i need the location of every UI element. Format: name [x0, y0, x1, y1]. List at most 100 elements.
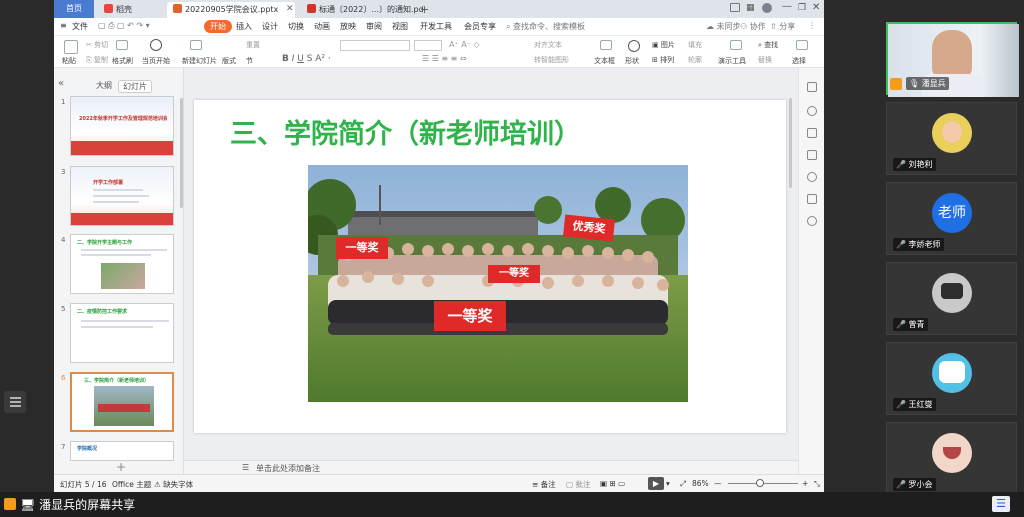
slide-thumb-1[interactable]: 2022年秋季开学工作及管理规范培训会 [70, 96, 174, 156]
replace-button[interactable]: 替换 [758, 55, 772, 65]
font-name-input[interactable] [340, 40, 410, 51]
participant-tile[interactable]: 🎤 刘艳利 [886, 102, 1017, 175]
smartart-button[interactable]: 转智能图形 [534, 55, 569, 65]
shape-icon[interactable] [628, 40, 640, 52]
zoom-slider-thumb[interactable] [756, 479, 764, 487]
missing-font[interactable]: ⚠ 缺失字体 [154, 479, 193, 490]
notes-toggle[interactable]: ≡ 备注 [532, 479, 556, 490]
select-button[interactable]: 选择 [792, 56, 806, 66]
menu-animation[interactable]: 动画 [314, 21, 330, 32]
select-icon[interactable] [796, 40, 808, 50]
window-layout-icon[interactable] [730, 3, 740, 12]
copy-button[interactable]: ⎘ 复制 [86, 55, 108, 65]
slide-thumb-6-selected[interactable]: 三、学院简介（新老师培训） [70, 372, 174, 432]
font-size-input[interactable] [414, 40, 442, 51]
close-tab-icon[interactable]: ✕ [286, 4, 294, 14]
apps-grid-icon[interactable]: ▦ [746, 3, 755, 13]
shape-button[interactable]: 形状 [625, 56, 639, 66]
play-slideshow-icon[interactable]: ▶ [648, 477, 664, 490]
section-button[interactable]: 节 [246, 56, 253, 66]
format-painter-icon[interactable] [116, 40, 128, 50]
group-photo[interactable]: 一等奖 一等奖 一等奖 优秀奖 [308, 165, 688, 402]
font-size-icons[interactable]: A⁺ A⁻ ◇ [449, 40, 480, 49]
notes-bar[interactable]: ☰ 单击此处添加备注 [184, 460, 798, 474]
tab-home[interactable]: 首页 [54, 0, 94, 18]
zoom-level[interactable]: 86% [692, 479, 709, 488]
find-button[interactable]: ⌕ 查找 [758, 40, 778, 50]
layout-switch-icon[interactable]: ☰ [992, 496, 1010, 512]
comments-toggle[interactable]: ▢ 批注 [566, 479, 590, 490]
canvas-scrollbar[interactable] [789, 98, 792, 188]
fill-button[interactable]: 填充 [688, 40, 702, 50]
new-tab-icon[interactable]: + [420, 3, 429, 16]
animation-icon[interactable] [807, 150, 817, 160]
close-window-icon[interactable]: ✕ [812, 2, 820, 13]
list-icon[interactable] [4, 391, 26, 413]
arrange-button[interactable]: ⊞ 排列 [652, 55, 674, 65]
sync-status[interactable]: ☁ 未同步 [706, 21, 741, 32]
menu-transition[interactable]: 切换 [288, 21, 304, 32]
play-from-current-icon[interactable] [150, 39, 162, 51]
paste-icon[interactable] [64, 40, 78, 54]
help-icon[interactable] [807, 172, 817, 182]
participant-tile[interactable]: 🎤 王红燮 [886, 342, 1017, 415]
tab-pdf[interactable]: 标通〔2022〕...〕的通知.pdf [301, 2, 423, 18]
fit-page-icon[interactable]: ⤢ [680, 479, 686, 489]
menu-design[interactable]: 设计 [262, 21, 278, 32]
participant-tile-video[interactable]: 🎙 潘显兵 [886, 22, 1019, 97]
thumb-scrollbar[interactable] [180, 98, 183, 208]
menu-start[interactable]: 开始 [204, 20, 232, 33]
text-format-icons[interactable]: B I U S A² · [282, 54, 331, 64]
share-button[interactable]: ⇧ 分享 [770, 21, 795, 32]
participant-tile[interactable]: 老师 🎤 李娇老师 [886, 182, 1017, 255]
menu-icon[interactable]: ≡ [60, 21, 67, 30]
fullscreen-icon[interactable]: ⤡ [814, 479, 820, 489]
command-search[interactable]: ⌕ 查找命令、搜索模板 [506, 21, 585, 32]
menu-view[interactable]: 视图 [392, 21, 408, 32]
text-box-icon[interactable] [600, 40, 612, 50]
quick-access-icons[interactable]: ▢ ⎙ ▢ ↶ ↷ ▾ [98, 21, 150, 31]
edit-icon[interactable] [807, 194, 817, 204]
from-current-button[interactable]: 当页开始 [142, 56, 170, 66]
zoom-out-icon[interactable]: — [714, 479, 722, 488]
style-icon[interactable] [807, 82, 817, 92]
align-text-button[interactable]: 对齐文本 [534, 40, 562, 50]
location-icon[interactable] [807, 216, 817, 226]
tab-slides[interactable]: 幻灯片 [118, 80, 152, 93]
tab-pptx[interactable]: 20220905学院会议.pptx [167, 2, 295, 18]
menu-developer[interactable]: 开发工具 [420, 21, 452, 32]
outline-button[interactable]: 轮廓 [688, 55, 702, 65]
view-icons[interactable]: ▣ ⊞ ▭ [600, 479, 625, 488]
format-painter-button[interactable]: 格式刷 [112, 56, 133, 66]
slide-thumb-5[interactable]: 二、疫情防控工作要求 [70, 303, 174, 363]
text-box-button[interactable]: 文本框 [594, 56, 615, 66]
props-icon[interactable] [807, 128, 817, 138]
collab-button[interactable]: ⚇ 协作 [740, 21, 766, 32]
zoom-in-icon[interactable]: + [802, 479, 808, 488]
participant-tile[interactable]: 🎤 罗小会 [886, 422, 1017, 495]
menu-review[interactable]: 审阅 [366, 21, 382, 32]
menu-file[interactable]: 文件 [72, 21, 88, 32]
theme-name[interactable]: Office 主题 [112, 479, 151, 490]
effects-icon[interactable] [807, 106, 817, 116]
minimize-icon[interactable]: — [782, 1, 792, 12]
participant-tile[interactable]: 🎤 曾青 [886, 262, 1017, 335]
slide-thumb-7[interactable]: 学院概况 [70, 441, 174, 461]
layout-button[interactable]: 版式 [222, 56, 236, 66]
new-slide-button[interactable]: 新建幻灯片 [182, 56, 217, 66]
new-slide-icon[interactable] [190, 40, 202, 50]
slideshow-dropdown-icon[interactable]: ▾ [666, 479, 670, 488]
tab-outline[interactable]: 大纲 [96, 80, 112, 91]
cut-button[interactable]: ✂ 剪切 [86, 40, 108, 50]
presenter-tools-button[interactable]: 演示工具 [718, 56, 746, 66]
tab-docer[interactable]: 稻壳 [98, 2, 164, 18]
menu-slideshow[interactable]: 放映 [340, 21, 356, 32]
presenter-tools-icon[interactable] [730, 40, 742, 50]
reset-button[interactable]: 重置 [246, 40, 260, 50]
collapse-panel-icon[interactable]: « [58, 78, 64, 89]
restore-icon[interactable]: ❐ [798, 3, 806, 13]
user-avatar-icon[interactable] [762, 3, 772, 13]
current-slide[interactable]: 三、学院简介（新老师培训） 一等奖 一等奖 一等奖 优秀奖 [194, 100, 786, 433]
more-icon[interactable]: ⋮ [808, 21, 816, 30]
paragraph-icons[interactable]: ☰ ☰ ≡ ≡ ⇔ [422, 54, 467, 63]
